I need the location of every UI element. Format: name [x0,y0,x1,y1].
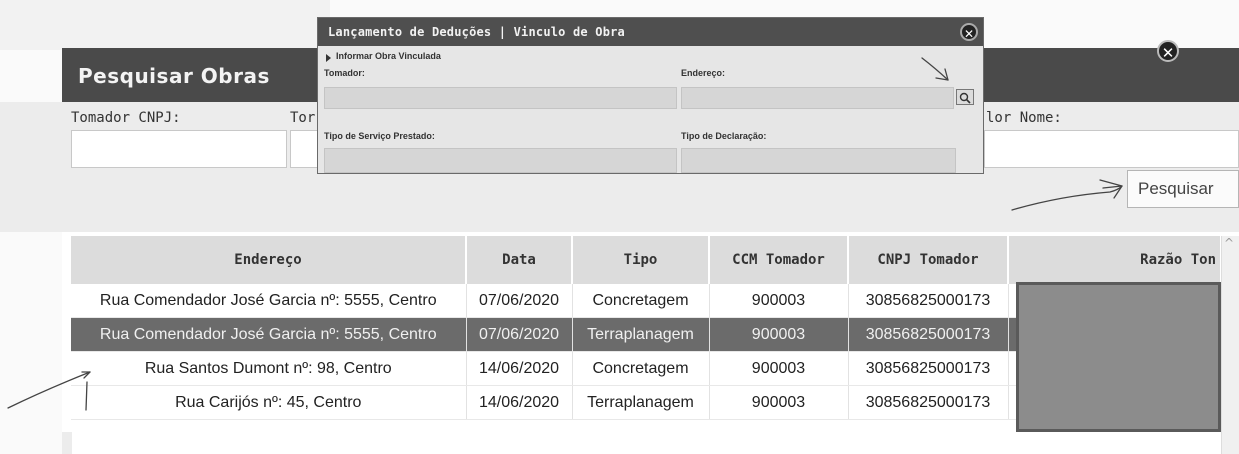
popup-title: Lançamento de Deduções | Vinculo de Obra [328,25,625,39]
cell-endereco: Rua Comendador José Garcia nº: 5555, Cen… [71,317,467,352]
dialog-title: Pesquisar Obras [78,64,270,88]
tipo-declaracao-label: Tipo de Declaração: [681,131,767,141]
endereco-field[interactable] [681,87,954,109]
cell-ccm: 900003 [709,385,849,420]
cell-cnpj: 30856825000173 [848,284,1009,318]
cell-cnpj: 30856825000173 [848,385,1009,420]
cell-cnpj: 30856825000173 [848,351,1009,386]
triangle-right-icon[interactable] [326,54,331,62]
tomador-cnpj-input[interactable] [71,130,287,168]
tomador-label: Tomador: [324,68,365,78]
tomador-nome-input[interactable] [984,130,1239,168]
dialog-lower-edge [62,432,72,454]
col-header-data[interactable]: Data [466,236,573,284]
cell-tipo: Concretagem [572,351,710,386]
cell-tipo: Terraplanagem [572,317,710,352]
tomador-nome-label: lor Nome: [986,110,1062,126]
cell-endereco: Rua Santos Dumont nº: 98, Centro [71,351,467,386]
tomador-field[interactable] [324,87,677,109]
cell-ccm: 900003 [709,351,849,386]
tomador-cnpj-label: Tomador CNPJ: [71,110,181,126]
tipo-servico-label: Tipo de Serviço Prestado: [324,131,435,141]
vertical-scrollbar[interactable] [1221,236,1239,454]
col-header-endereco[interactable]: Endereço [71,236,467,284]
cell-data: 07/06/2020 [466,284,573,318]
search-button[interactable]: Pesquisar [1127,170,1239,208]
col-header-cnpj[interactable]: CNPJ Tomador [848,236,1009,284]
chevron-up-icon[interactable]: ^ [1224,236,1234,250]
tipo-servico-field[interactable] [324,148,677,173]
endereco-label: Endereço: [681,68,726,78]
cell-ccm: 900003 [709,317,849,352]
cell-data: 07/06/2020 [466,317,573,352]
col-header-razao[interactable]: Razão Ton [1008,236,1222,284]
cell-tipo: Terraplanagem [572,385,710,420]
popup-close-icon[interactable]: ✕ [960,23,978,41]
tomador-ccm-label: Tor [290,110,316,126]
table-header-row: Endereço Data Tipo CCM Tomador CNPJ Toma… [71,236,1222,284]
cell-cnpj: 30856825000173 [848,317,1009,352]
redacted-block [1016,282,1221,432]
dialog-close-icon[interactable]: ✕ [1157,40,1179,62]
cell-tipo: Concretagem [572,284,710,318]
popup-header: Lançamento de Deduções | Vinculo de Obra… [318,18,983,46]
cell-data: 14/06/2020 [466,385,573,420]
vinculo-obra-popup: Lançamento de Deduções | Vinculo de Obra… [317,17,984,174]
section-toggle-label[interactable]: Informar Obra Vinculada [336,51,441,61]
cell-ccm: 900003 [709,284,849,318]
tipo-declaracao-field[interactable] [681,148,956,173]
cell-endereco: Rua Carijós nº: 45, Centro [71,385,467,420]
background-shape [0,0,330,50]
magnifier-icon[interactable] [956,89,974,105]
col-header-tipo[interactable]: Tipo [572,236,710,284]
cell-endereco: Rua Comendador José Garcia nº: 5555, Cen… [71,284,467,318]
cell-data: 14/06/2020 [466,351,573,386]
col-header-ccm[interactable]: CCM Tomador [709,236,849,284]
